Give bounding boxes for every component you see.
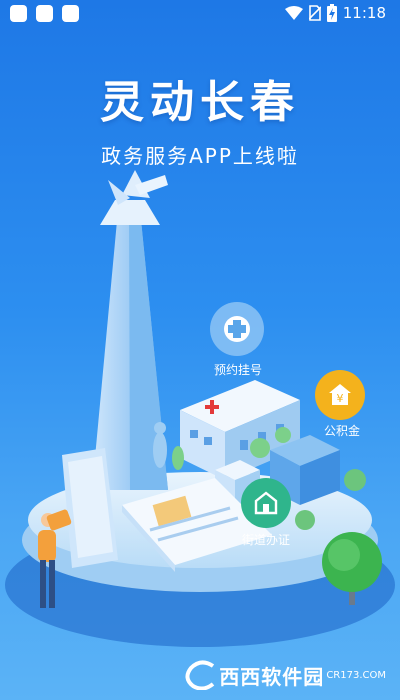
house-yen-icon: ¥ <box>329 384 351 405</box>
watermark-logo-icon <box>185 660 215 690</box>
housing-fund-label: 公积金 <box>324 424 361 438</box>
city-illustration <box>5 170 395 647</box>
street-office-label: 街道办证 <box>242 533 291 547</box>
hospital-cross-icon <box>224 316 250 342</box>
housing-fund-bubble[interactable]: ¥ <box>315 370 365 420</box>
building-icon <box>254 491 278 515</box>
watermark-url: CR173.COM <box>326 669 386 681</box>
appointment-label: 预约挂号 <box>214 363 263 377</box>
svg-text:¥: ¥ <box>337 392 344 405</box>
watermark: 西西软件园 CR173.COM <box>185 660 386 690</box>
appointment-bubble[interactable] <box>210 302 264 356</box>
splash-screen: 11:18 灵动长春 政务服务APP上线啦 预约挂号 ¥ 公积金 街道办证 西西… <box>0 0 400 700</box>
watermark-brand: 西西软件园 <box>219 664 325 689</box>
street-office-bubble[interactable] <box>241 478 291 528</box>
